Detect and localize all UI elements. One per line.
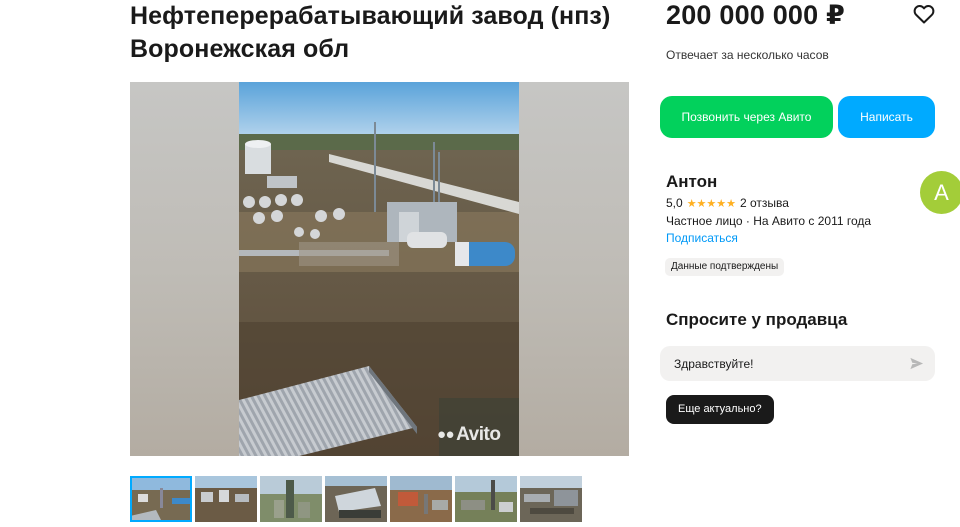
avito-watermark: ●● Avito bbox=[437, 424, 501, 446]
watermark-text: Avito bbox=[456, 424, 501, 445]
star-rating-icon: ★★★★★ bbox=[686, 197, 736, 210]
subscribe-link[interactable]: Подписаться bbox=[666, 231, 738, 245]
write-button[interactable]: Написать bbox=[838, 96, 935, 138]
ask-seller-title: Спросите у продавца bbox=[666, 310, 848, 329]
send-icon[interactable] bbox=[909, 356, 924, 371]
reply-time-text: Отвечает за несколько часов bbox=[666, 48, 829, 62]
photo-gallery[interactable]: ●● Avito bbox=[130, 82, 629, 456]
quick-reply-button[interactable]: Еще актуально? bbox=[666, 395, 774, 424]
thumbnail[interactable] bbox=[455, 476, 517, 522]
main-photo[interactable] bbox=[239, 82, 519, 456]
listing-price: 200 000 000 ₽ bbox=[666, 0, 846, 30]
seller-rating[interactable]: 5,0 ★★★★★ 2 отзыва bbox=[666, 196, 789, 210]
reviews-count[interactable]: 2 отзыва bbox=[740, 196, 789, 210]
verified-badge: Данные подтверждены bbox=[665, 258, 785, 276]
listing-title: Нефтеперерабатывающий завод (нпз) Вороне… bbox=[130, 2, 611, 63]
thumbnail[interactable] bbox=[325, 476, 387, 522]
call-button[interactable]: Позвонить через Авито bbox=[660, 96, 833, 138]
thumbnail[interactable] bbox=[130, 476, 192, 522]
gallery-blur-right bbox=[519, 82, 629, 456]
thumbnail[interactable] bbox=[390, 476, 452, 522]
gallery-blur-left bbox=[130, 82, 239, 456]
message-input[interactable] bbox=[674, 346, 894, 381]
avito-dots-icon: ●● bbox=[437, 426, 455, 443]
seller-type: Частное лицо · На Авито с 2011 года bbox=[666, 214, 872, 228]
thumbnail[interactable] bbox=[520, 476, 582, 522]
rating-value: 5,0 bbox=[666, 196, 683, 210]
heart-icon[interactable] bbox=[912, 2, 936, 26]
thumbnail-strip bbox=[130, 476, 582, 522]
seller-name[interactable]: Антон bbox=[666, 172, 717, 192]
thumbnail[interactable] bbox=[260, 476, 322, 522]
thumbnail[interactable] bbox=[195, 476, 257, 522]
avatar[interactable]: А bbox=[920, 171, 960, 214]
message-box bbox=[660, 346, 935, 381]
